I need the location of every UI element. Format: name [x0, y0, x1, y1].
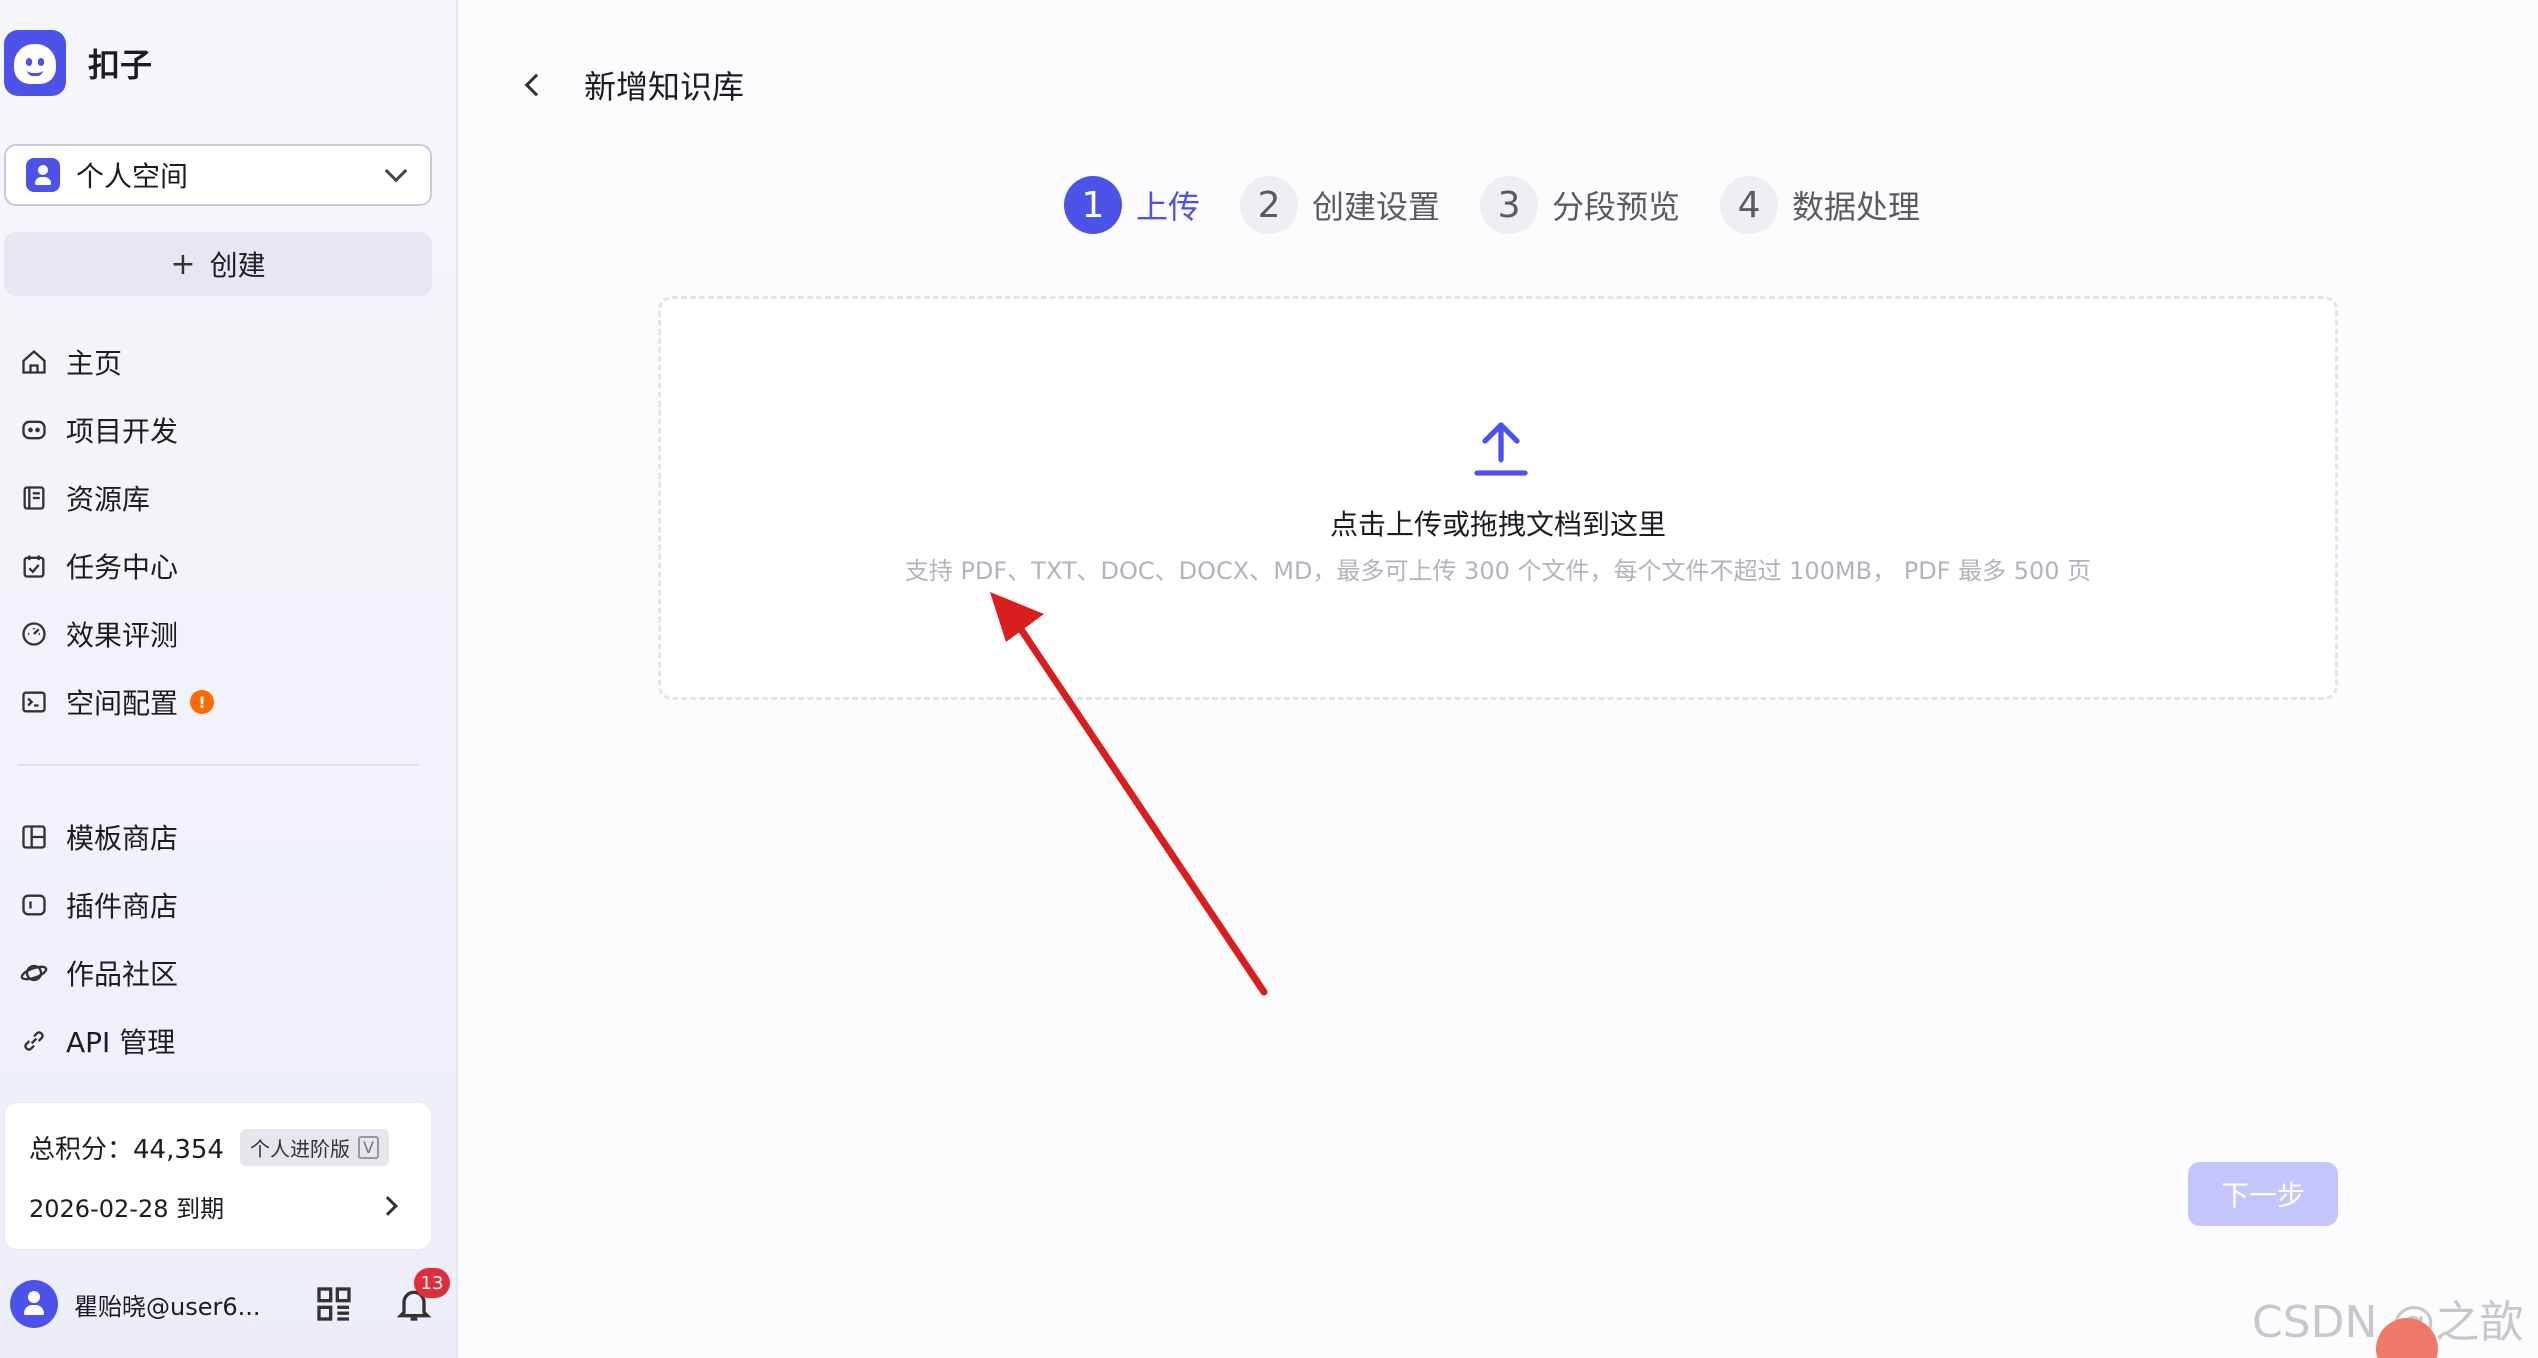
- user-name[interactable]: 瞿贻晓@user6...: [74, 1287, 284, 1322]
- step-number: 3: [1480, 176, 1539, 234]
- tier-badge: 个人进阶版 V: [239, 1129, 389, 1166]
- step-number: 2: [1240, 176, 1299, 234]
- user-space-icon: [26, 158, 60, 192]
- brand-name: 扣子: [88, 46, 153, 84]
- create-button[interactable]: + 创建: [4, 232, 432, 296]
- step-label: 数据处理: [1792, 188, 1921, 226]
- nav-label: 作品社区: [66, 958, 179, 991]
- nav-item-resources[interactable]: 资源库: [18, 464, 438, 532]
- step-number: 4: [1720, 176, 1779, 234]
- nav-label: 效果评测: [66, 619, 179, 652]
- nav-item-tasks[interactable]: 任务中心: [18, 532, 438, 600]
- back-icon[interactable]: [524, 73, 548, 97]
- task-icon: [18, 550, 50, 582]
- nav-label: 任务中心: [66, 551, 179, 584]
- secondary-nav: 模板商店 插件商店 作品社区 API 管理: [18, 803, 438, 1075]
- library-icon: [18, 482, 50, 514]
- nav-item-plugin-store[interactable]: 插件商店: [18, 871, 438, 939]
- step-create-settings: 2 创建设置: [1240, 176, 1440, 234]
- link-icon: [18, 1025, 50, 1057]
- expiry-date: 2026-02-28 到期: [29, 1195, 225, 1223]
- sidebar: 扣子 个人空间 + 创建 主页 项目开发 资源库 任务中心 效果评测 空间配置 …: [0, 0, 458, 1358]
- step-label: 分段预览: [1552, 188, 1681, 226]
- nav-label: 资源库: [66, 483, 151, 516]
- points-summary: 总积分：44,354 个人进阶版 V: [29, 1129, 389, 1166]
- alert-badge: !: [190, 690, 215, 714]
- nav-label: 主页: [66, 347, 123, 380]
- bot-icon: [18, 414, 50, 446]
- nav-item-space-config[interactable]: 空间配置 !: [18, 668, 438, 736]
- points-card[interactable]: 总积分：44,354 个人进阶版 V 2026-02-28 到期: [4, 1102, 432, 1250]
- sidebar-divider: [18, 764, 418, 766]
- avatar[interactable]: [10, 1280, 58, 1328]
- notification-bell[interactable]: 13: [394, 1268, 450, 1324]
- gauge-icon: [18, 618, 50, 650]
- nav-item-evaluation[interactable]: 效果评测: [18, 600, 438, 668]
- upload-dropzone[interactable]: 点击上传或拖拽文档到这里 支持 PDF、TXT、DOC、DOCX、MD，最多可上…: [658, 296, 2338, 700]
- nav-item-projects[interactable]: 项目开发: [18, 396, 438, 464]
- stepper: 1 上传 2 创建设置 3 分段预览 4 数据处理: [1064, 176, 1960, 234]
- nav-label: 空间配置: [66, 687, 179, 720]
- planet-icon: [18, 957, 50, 989]
- space-selector[interactable]: 个人空间: [4, 144, 432, 206]
- tier-label: 个人进阶版: [249, 1137, 350, 1161]
- step-number: 1: [1064, 176, 1122, 234]
- nav-label: 模板商店: [66, 822, 179, 855]
- upload-title: 点击上传或拖拽文档到这里: [1329, 508, 1666, 541]
- page-title: 新增知识库: [584, 68, 745, 106]
- nav-item-community[interactable]: 作品社区: [18, 939, 438, 1007]
- step-data-processing: 4 数据处理: [1720, 176, 1920, 234]
- step-label: 创建设置: [1312, 188, 1441, 226]
- brand[interactable]: 扣子: [4, 30, 152, 96]
- notification-count: 13: [414, 1268, 450, 1298]
- coze-logo: [4, 30, 66, 96]
- nav-label: 项目开发: [66, 415, 179, 448]
- step-upload: 1 上传: [1064, 176, 1200, 234]
- next-step-button[interactable]: 下一步: [2188, 1162, 2338, 1226]
- layout-icon: [18, 821, 50, 853]
- annotation-arrow-icon: [990, 592, 1268, 996]
- plugin-icon: [18, 889, 50, 921]
- vip-icon: V: [357, 1136, 379, 1159]
- create-label: 创建: [209, 249, 266, 282]
- nav-item-api[interactable]: API 管理: [18, 1007, 438, 1075]
- total-points: 总积分：44,354: [29, 1135, 224, 1165]
- page-header: 新增知识库: [520, 62, 744, 108]
- nav-item-template-store[interactable]: 模板商店: [18, 803, 438, 871]
- upload-icon: [1474, 422, 1528, 476]
- terminal-icon: [18, 686, 50, 718]
- chevron-right-icon: [378, 1196, 398, 1216]
- space-label: 个人空间: [76, 160, 189, 193]
- home-icon: [18, 346, 50, 378]
- user-bar: 瞿贻晓@user6... 13: [10, 1268, 450, 1332]
- nav-item-home[interactable]: 主页: [18, 328, 438, 396]
- nav-label: 插件商店: [66, 890, 179, 923]
- chevron-down-icon: [384, 159, 408, 183]
- step-label: 上传: [1136, 188, 1201, 226]
- plus-icon: +: [170, 246, 196, 282]
- nav-label: API 管理: [66, 1026, 176, 1059]
- upload-hint: 支持 PDF、TXT、DOC、DOCX、MD，最多可上传 300 个文件，每个文…: [904, 557, 2092, 585]
- apps-icon[interactable]: [314, 1284, 354, 1324]
- main-nav: 主页 项目开发 资源库 任务中心 效果评测 空间配置 !: [18, 328, 438, 736]
- step-segment-preview: 3 分段预览: [1480, 176, 1680, 234]
